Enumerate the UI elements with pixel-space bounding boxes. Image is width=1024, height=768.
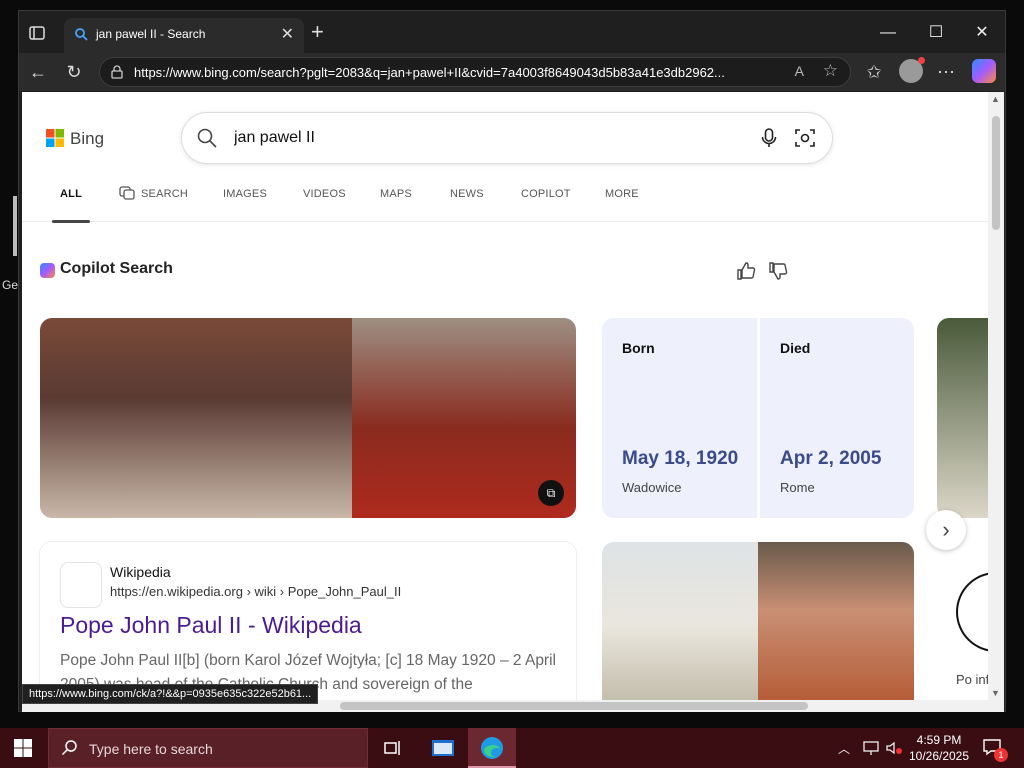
facts-panel: Born May 18, 1920 Wadowice Died Apr 2, 2… xyxy=(602,318,914,518)
fact-place: Rome xyxy=(780,480,815,495)
refresh-button[interactable]: ↻ xyxy=(61,59,87,85)
address-bar[interactable]: https://www.bing.com/search?pglt=2083&q=… xyxy=(99,57,851,87)
carousel-peek-card[interactable] xyxy=(937,318,988,518)
search-input[interactable] xyxy=(234,127,734,149)
new-tab-button[interactable]: + xyxy=(311,21,324,43)
result-site-name[interactable]: Wikipedia xyxy=(110,564,171,580)
bing-logo-text: Bing xyxy=(70,129,105,148)
back-button[interactable]: ← xyxy=(25,59,51,85)
pope-photo-portrait[interactable] xyxy=(758,542,914,700)
windows-start-icon[interactable] xyxy=(14,739,32,757)
side-card-text: Po inf xyxy=(956,672,988,687)
task-view-icon[interactable] xyxy=(378,734,406,762)
fact-label: Died xyxy=(780,340,811,356)
horizontal-scroll-thumb[interactable] xyxy=(340,702,808,710)
scope-search-label: SEARCH xyxy=(141,188,189,200)
search-icon xyxy=(61,740,77,756)
copilot-search-title: Copilot Search xyxy=(60,260,173,277)
notification-center[interactable]: 1 xyxy=(982,738,1008,762)
taskbar-search[interactable]: Type here to search xyxy=(48,728,368,768)
search-favicon-icon xyxy=(75,28,88,41)
favorite-star-icon[interactable]: ☆ xyxy=(823,61,838,81)
image-carousel-tile[interactable]: ⧉ xyxy=(40,318,576,518)
status-bar-link: https://www.bing.com/ck/a?!&&p=0935e635c… xyxy=(22,684,319,704)
clock-time: 4:59 PM xyxy=(916,733,962,747)
tab-title: jan pawel II - Search xyxy=(96,27,206,41)
lock-icon[interactable] xyxy=(110,65,124,79)
network-icon[interactable] xyxy=(862,740,880,756)
search-box[interactable] xyxy=(182,113,832,163)
result-title-link[interactable]: Pope John Paul II - Wikipedia xyxy=(60,612,362,639)
tab-bing-search[interactable]: jan pawel II - Search ✕ xyxy=(64,18,304,53)
close-window-button[interactable]: ✕ xyxy=(959,19,1005,47)
scope-maps[interactable]: MAPS xyxy=(380,188,412,222)
scope-more[interactable]: MORE xyxy=(605,188,639,222)
taskbar-search-placeholder: Type here to search xyxy=(89,741,213,757)
side-card-circle xyxy=(956,572,988,652)
vertical-scroll-thumb[interactable] xyxy=(992,116,1000,230)
scope-news[interactable]: NEWS xyxy=(450,188,484,222)
minimize-button[interactable]: — xyxy=(865,19,911,47)
search-scopes: ALL SEARCH IMAGES VIDEOS MAPS NEWS COPIL… xyxy=(22,186,988,223)
vertical-scrollbar[interactable]: ▲ ▼ xyxy=(988,92,1004,700)
fact-label: Born xyxy=(622,340,655,356)
image-tile-secondary[interactable] xyxy=(602,542,914,700)
carousel-next-button[interactable]: › xyxy=(926,510,966,550)
side-card-peek[interactable]: Po inf xyxy=(956,562,988,700)
site-favicon xyxy=(60,562,102,608)
fact-born: Born May 18, 1920 Wadowice xyxy=(602,318,756,518)
tray-chevron-icon[interactable]: ︿ xyxy=(838,740,850,757)
search-result-wikipedia: Wikipedia https://en.wikipedia.org › wik… xyxy=(40,542,576,700)
favorites-icon[interactable]: ✩ xyxy=(861,59,887,85)
fact-value: May 18, 1920 xyxy=(622,448,739,469)
thumbs-down-icon[interactable] xyxy=(767,260,789,282)
scope-videos[interactable]: VIDEOS xyxy=(303,188,346,222)
result-cite-url[interactable]: https://en.wikipedia.org › wiki › Pope_J… xyxy=(110,584,401,599)
taskbar: Type here to search ︿ 4:59 PM 10/26/2025… xyxy=(0,728,1024,768)
tab-close-icon[interactable]: ✕ xyxy=(281,24,294,44)
copilot-search-scope-icon xyxy=(119,186,135,200)
scope-copilot[interactable]: COPILOT xyxy=(521,188,571,222)
fact-died: Died Apr 2, 2005 Rome xyxy=(760,318,914,518)
scope-all[interactable]: ALL xyxy=(52,188,90,223)
profile-avatar[interactable] xyxy=(899,57,925,83)
edge-browser-icon xyxy=(481,737,503,759)
page-viewport: Bing ALL SEARCH IMAGES VIDEOS MAPS NEWS … xyxy=(22,92,988,700)
clock-date: 10/26/2025 xyxy=(908,749,970,763)
browser-toolbar: ← ↻ https://www.bing.com/search?pglt=208… xyxy=(19,53,1005,91)
copilot-sidebar-icon[interactable] xyxy=(972,59,996,83)
pope-photo-mitre[interactable] xyxy=(602,542,758,700)
maximize-button[interactable]: ☐ xyxy=(913,19,959,47)
desktop-icon-label[interactable]: Ge xyxy=(2,278,18,292)
search-icon xyxy=(197,128,217,148)
read-aloud-icon[interactable]: A xyxy=(795,63,804,79)
notification-badge: 1 xyxy=(994,748,1008,762)
scroll-down-arrow-icon[interactable]: ▼ xyxy=(991,688,1000,698)
scroll-up-arrow-icon[interactable]: ▲ xyxy=(991,94,1000,104)
taskbar-clock[interactable]: 4:59 PM 10/26/2025 xyxy=(900,732,978,764)
file-explorer-icon[interactable] xyxy=(429,734,457,762)
thumbs-up-icon[interactable] xyxy=(735,260,757,282)
tab-actions-icon[interactable] xyxy=(27,23,47,43)
copilot-icon xyxy=(40,263,55,278)
scope-images[interactable]: IMAGES xyxy=(223,188,267,222)
more-menu-icon[interactable]: ⋯ xyxy=(933,59,959,85)
microphone-icon[interactable] xyxy=(758,127,780,149)
tab-strip: jan pawel II - Search ✕ + — ☐ ✕ xyxy=(19,11,1005,53)
bing-logo-icon xyxy=(46,129,64,147)
fact-value: Apr 2, 2005 xyxy=(780,448,882,469)
taskbar-edge-button[interactable] xyxy=(468,728,516,768)
pope-photo-waving[interactable] xyxy=(40,318,352,518)
fact-place: Wadowice xyxy=(622,480,682,495)
visual-search-icon[interactable] xyxy=(794,127,816,149)
url-text[interactable]: https://www.bing.com/search?pglt=2083&q=… xyxy=(134,65,774,80)
gallery-icon[interactable]: ⧉ xyxy=(538,480,564,506)
browser-window: jan pawel II - Search ✕ + — ☐ ✕ ← ↻ http… xyxy=(18,10,1006,712)
desktop-window-edge xyxy=(13,196,17,256)
